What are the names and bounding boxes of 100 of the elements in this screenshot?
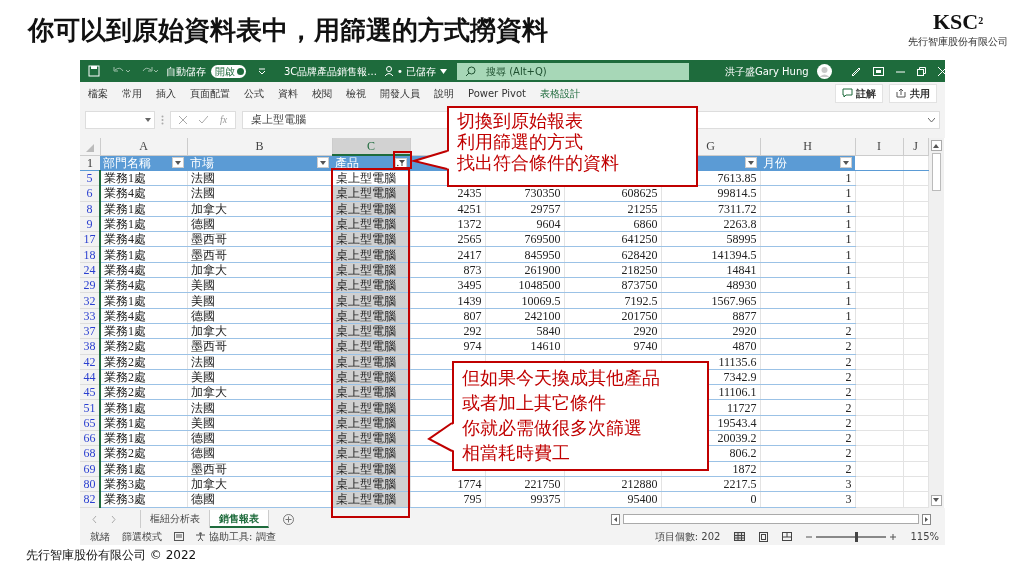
table-cell: 美國 — [187, 277, 332, 293]
table-cell: 業務2處 — [100, 384, 187, 400]
table-cell: 加拿大 — [187, 262, 332, 278]
file-name: 3C品牌產品銷售報... — [284, 64, 377, 79]
table-cell: 2 — [760, 399, 855, 416]
table-cell: 墨西哥 — [187, 231, 332, 247]
table-cell: 加拿大 — [187, 384, 332, 400]
table-cell: 212880 — [564, 476, 661, 492]
table-cell: 業務1處 — [100, 292, 187, 309]
table-cell: 2920 — [564, 323, 661, 339]
table-cell: 873750 — [564, 277, 661, 293]
table-cell: 業務2處 — [100, 445, 187, 462]
table-cell: 845950 — [485, 247, 564, 263]
logo-text: KSC$^{2}$ — [932, 10, 984, 34]
table-cell: 5840 — [485, 323, 564, 339]
table-cell: 2 — [760, 415, 855, 431]
table-cell: 2 — [760, 369, 855, 385]
table-cell: 業務4處 — [100, 308, 187, 324]
table-cell: 3 — [760, 476, 855, 492]
table-cell: 法國 — [187, 185, 332, 202]
table-cell: 業務1處 — [100, 216, 187, 232]
table-cell: 6860 — [564, 216, 661, 232]
table-cell: 業務3處 — [100, 476, 187, 492]
table-cell: 法國 — [187, 170, 332, 186]
table-cell: 2565 — [410, 231, 485, 247]
callout-text: 但如果今天換成其他產品 — [462, 366, 661, 390]
table-cell: 9740 — [564, 338, 661, 355]
table-cell: 德國 — [187, 430, 332, 446]
table-cell: 2 — [760, 323, 855, 339]
table-cell: 1 — [760, 247, 855, 263]
table-cell: 1372 — [410, 216, 485, 232]
table-cell: 加拿大 — [187, 476, 332, 492]
table-cell: 1439 — [410, 292, 485, 309]
table-cell: 242100 — [485, 308, 564, 324]
table-cell: 業務1處 — [100, 415, 187, 431]
table-cell: 1774 — [410, 476, 485, 492]
table-cell: 美國 — [187, 369, 332, 385]
table-cell: 974 — [410, 338, 485, 355]
table-cell: 業務1處 — [100, 201, 187, 217]
status-text: 就緒 — [90, 530, 110, 544]
table-cell: 業務1處 — [100, 323, 187, 339]
table-cell: 201750 — [564, 308, 661, 324]
table-cell: 3495 — [410, 277, 485, 293]
footer-text: 先行智庫股份有限公司 © 2022 — [26, 547, 197, 564]
table-cell: 德國 — [187, 308, 332, 324]
table-cell: 0 — [661, 491, 760, 508]
callout-text: 你就必需做很多次篩選 — [462, 416, 643, 440]
table-cell: 業務1處 — [100, 170, 187, 186]
table-cell: 48930 — [661, 277, 760, 293]
callout-text: 切換到原始報表 — [457, 110, 584, 131]
table-cell: 業務1處 — [100, 430, 187, 446]
table-cell: 769500 — [485, 231, 564, 247]
table-cell: 14610 — [485, 338, 564, 355]
table-cell: 8877 — [661, 308, 760, 324]
table-cell: 795 — [410, 491, 485, 508]
table-cell: 4251 — [410, 201, 485, 217]
table-cell: 218250 — [564, 262, 661, 278]
table-cell: 加拿大 — [187, 201, 332, 217]
table-cell: 4870 — [661, 338, 760, 355]
table-cell: 1 — [760, 231, 855, 247]
table-cell: 墨西哥 — [187, 247, 332, 263]
table-cell: 加拿大 — [187, 323, 332, 339]
table-cell: 141394.5 — [661, 247, 760, 263]
table-cell: 1 — [760, 185, 855, 202]
table-cell: 墨西哥 — [187, 338, 332, 355]
table-cell: 29757 — [485, 201, 564, 217]
table-cell: 2 — [760, 338, 855, 355]
table-cell: 10069.5 — [485, 292, 564, 309]
table-cell: 桌上型電腦 — [332, 170, 410, 186]
autosave-label: 自動儲存 — [166, 64, 206, 79]
table-cell: 292 — [410, 323, 485, 339]
table-cell: 873 — [410, 262, 485, 278]
callout-text: 利用篩選的方式 — [457, 131, 584, 152]
table-cell: 1 — [760, 216, 855, 232]
table-cell: 業務4處 — [100, 185, 187, 202]
column-heading: 月份 — [763, 155, 787, 170]
column-heading: 部門名稱 — [103, 155, 151, 170]
column-heading: 產品 — [335, 156, 359, 170]
table-cell: 95400 — [564, 491, 661, 508]
table-cell: 99375 — [485, 491, 564, 508]
table-cell: 2263.8 — [661, 216, 760, 232]
table-cell: 1 — [760, 170, 855, 186]
table-cell: 2217.5 — [661, 476, 760, 492]
table-cell: 7192.5 — [564, 292, 661, 309]
table-cell: 德國 — [187, 491, 332, 508]
slide-title: 你可以到原始資料表中，用篩選的方式撈資料 — [28, 14, 548, 46]
column-heading: 市場 — [190, 155, 214, 170]
table-cell: 業務3處 — [100, 491, 187, 508]
table-cell: 法國 — [187, 399, 332, 416]
callout-text: 找出符合條件的資料 — [457, 152, 620, 173]
table-cell: 業務1處 — [100, 461, 187, 477]
table-cell: 641250 — [564, 231, 661, 247]
callout-text: 相當耗時費工 — [462, 441, 571, 465]
table-cell: 58995 — [661, 231, 760, 247]
table-cell: 2 — [760, 430, 855, 446]
table-cell: 2 — [760, 384, 855, 400]
table-cell: 2417 — [410, 247, 485, 263]
callout-text: 或者加上其它條件 — [462, 391, 607, 415]
status-text: 篩選模式 — [122, 530, 162, 544]
table-cell: 德國 — [187, 445, 332, 462]
